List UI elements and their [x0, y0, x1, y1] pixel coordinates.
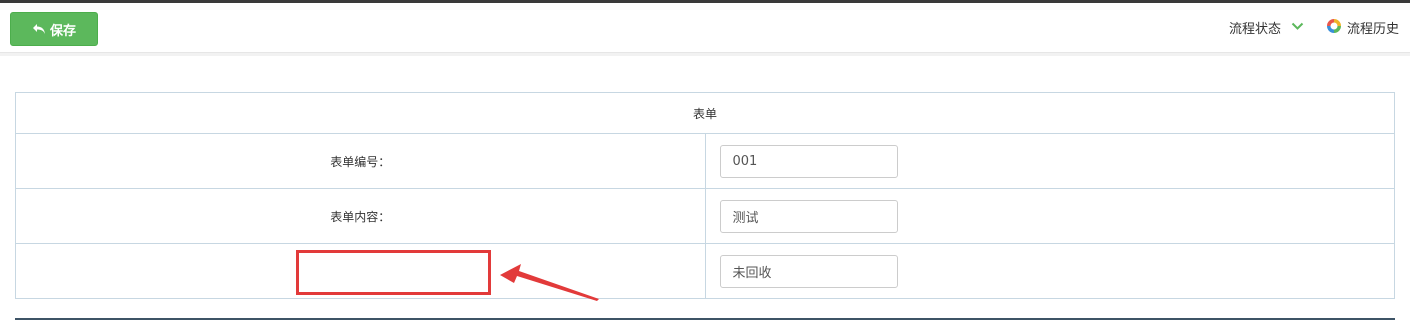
- flow-status-dropdown[interactable]: 流程状态: [1229, 18, 1304, 37]
- form-number-cell: [704, 133, 1395, 189]
- form-content-cell: [704, 188, 1395, 244]
- bottom-divider: [15, 318, 1395, 320]
- table-row: 表单编号：: [15, 133, 1395, 189]
- status-label: [15, 243, 706, 299]
- toolbar-right: 流程状态 流程历史: [1229, 3, 1399, 52]
- flow-history-button[interactable]: 流程历史: [1326, 18, 1399, 38]
- toolbar-shadow: [0, 53, 1410, 56]
- form-number-label: 表单编号：: [15, 133, 706, 189]
- table-row: 表单内容：: [15, 188, 1395, 244]
- table-row: [15, 243, 1395, 299]
- flow-history-label: 流程历史: [1346, 22, 1399, 37]
- chevron-down-icon: [1291, 20, 1304, 35]
- save-button[interactable]: 保存: [10, 12, 98, 46]
- form-title: 表单: [15, 92, 1395, 134]
- toolbar: 保存: [0, 3, 1410, 53]
- form-content-input[interactable]: [719, 199, 898, 233]
- flow-status-label: 流程状态: [1228, 22, 1281, 37]
- undo-arrow-icon: [32, 23, 46, 35]
- ring-icon: [1326, 18, 1342, 38]
- status-cell: [704, 243, 1395, 299]
- form-table: 表单 表单编号： 表单内容：: [15, 92, 1395, 299]
- status-input[interactable]: [719, 254, 898, 288]
- form-number-input[interactable]: [719, 144, 898, 178]
- form-header-row: 表单: [15, 92, 1395, 134]
- save-button-label: 保存: [49, 22, 76, 38]
- form-content-label: 表单内容：: [15, 188, 706, 244]
